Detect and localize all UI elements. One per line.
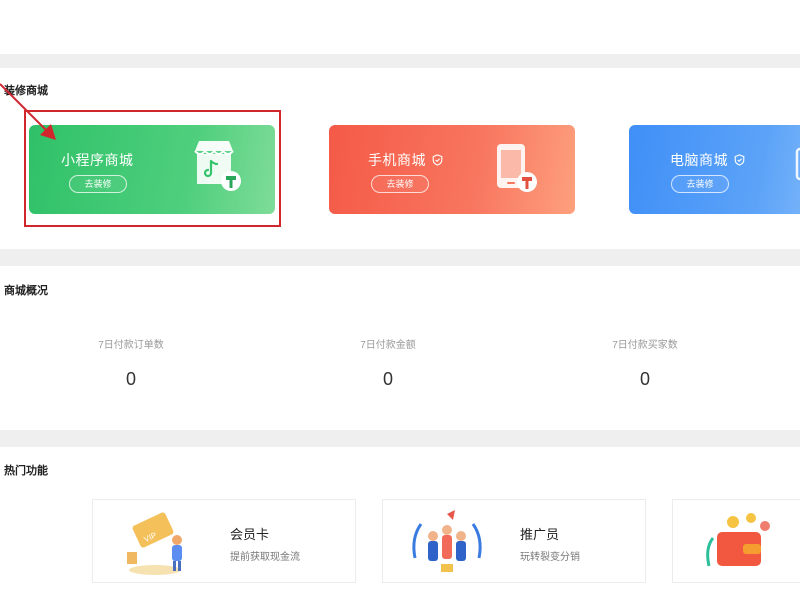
stat-orders: 7日付款订单数 0	[51, 336, 211, 390]
feature-title: 会员卡	[230, 527, 270, 542]
section-title-overview: 商城概况	[4, 285, 48, 297]
monitor-icon	[795, 147, 800, 181]
wallet-feature[interactable]	[672, 499, 800, 583]
card-title: 手机商城	[368, 150, 443, 170]
stat-value: 0	[639, 369, 650, 389]
promoter-feature[interactable]: 推广员 玩转裂变分销	[382, 499, 646, 583]
feature-desc: 玩转裂变分销	[520, 552, 580, 563]
mobile-mall-card[interactable]: 手机商城 去装修	[329, 125, 575, 214]
stat-buyers: 7日付款买家数 0	[565, 336, 725, 390]
section-title-hot: 热门功能	[4, 465, 48, 477]
feature-title: 推广员	[520, 527, 560, 542]
hot-functions-section: 热门功能 VIP 会员卡 提前获取现金流 推广员 玩转裂变分销	[0, 447, 800, 600]
shield-check-icon	[432, 154, 443, 166]
card-title: 电脑商城	[670, 150, 745, 170]
promoter-illustration-icon	[412, 510, 482, 572]
stat-value: 0	[125, 369, 136, 389]
top-bar	[0, 0, 800, 54]
pc-mall-card[interactable]: 电脑商城 去装修	[629, 125, 800, 214]
stat-label: 7日付款金额	[360, 340, 416, 351]
go-decorate-button[interactable]: 去装修	[371, 175, 429, 193]
stat-label: 7日付款订单数	[98, 340, 164, 351]
arrow-annotation-icon	[0, 83, 56, 140]
card-title-text: 手机商城	[368, 152, 426, 168]
feature-desc: 提前获取现金流	[230, 552, 300, 563]
wallet-illustration-icon	[706, 513, 770, 567]
mall-overview-section: 商城概况 7日付款订单数 0 7日付款金额 0 7日付款买家数 0	[0, 266, 800, 430]
stat-amount: 7日付款金额 0	[308, 336, 468, 390]
go-decorate-button[interactable]: 去装修	[671, 175, 729, 193]
member-card-illustration-icon: VIP	[127, 512, 182, 575]
stat-value: 0	[382, 369, 393, 389]
member-card-feature[interactable]: VIP 会员卡 提前获取现金流	[92, 499, 356, 583]
card-title-text: 电脑商城	[670, 152, 728, 168]
stat-label: 7日付款买家数	[612, 340, 678, 351]
decorate-mall-section: 装修商城 小程序商城 去装修 手机商城 去装修 电脑商城 去装修	[0, 68, 800, 249]
phone-brush-icon	[497, 144, 537, 192]
shield-check-icon	[734, 154, 745, 166]
